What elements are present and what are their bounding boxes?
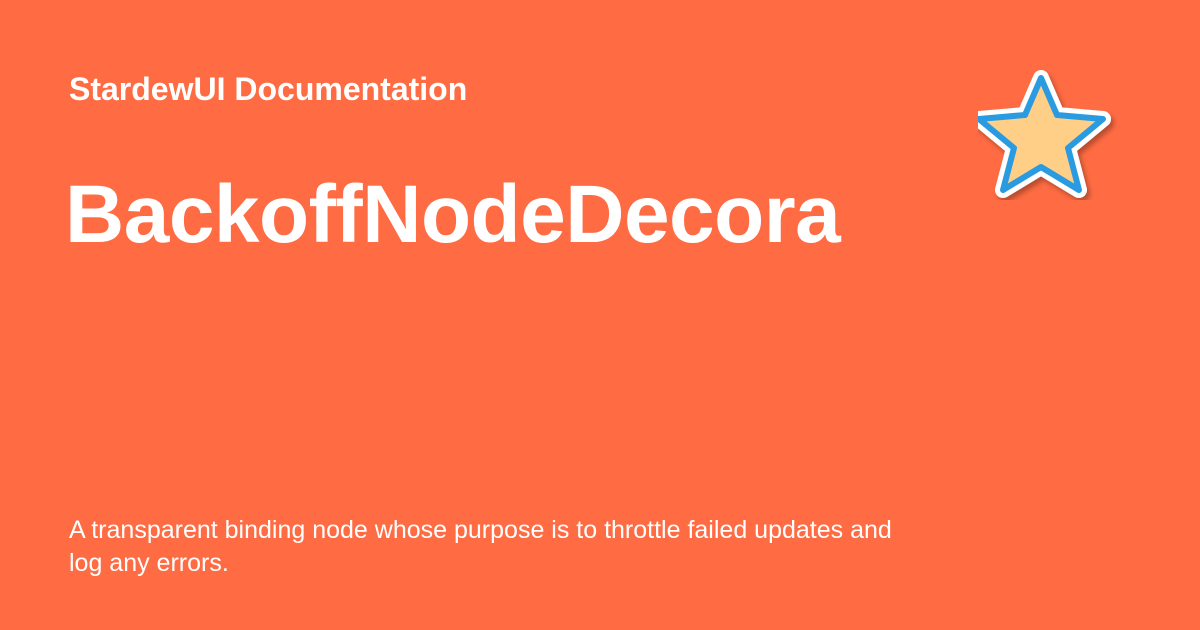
social-preview-card: StardewUI Documentation BackoffNodeDecor…: [0, 0, 1200, 630]
site-name: StardewUI Documentation: [69, 71, 468, 107]
star-icon: [978, 70, 1111, 198]
page-description: A transparent binding node whose purpose…: [69, 516, 892, 577]
